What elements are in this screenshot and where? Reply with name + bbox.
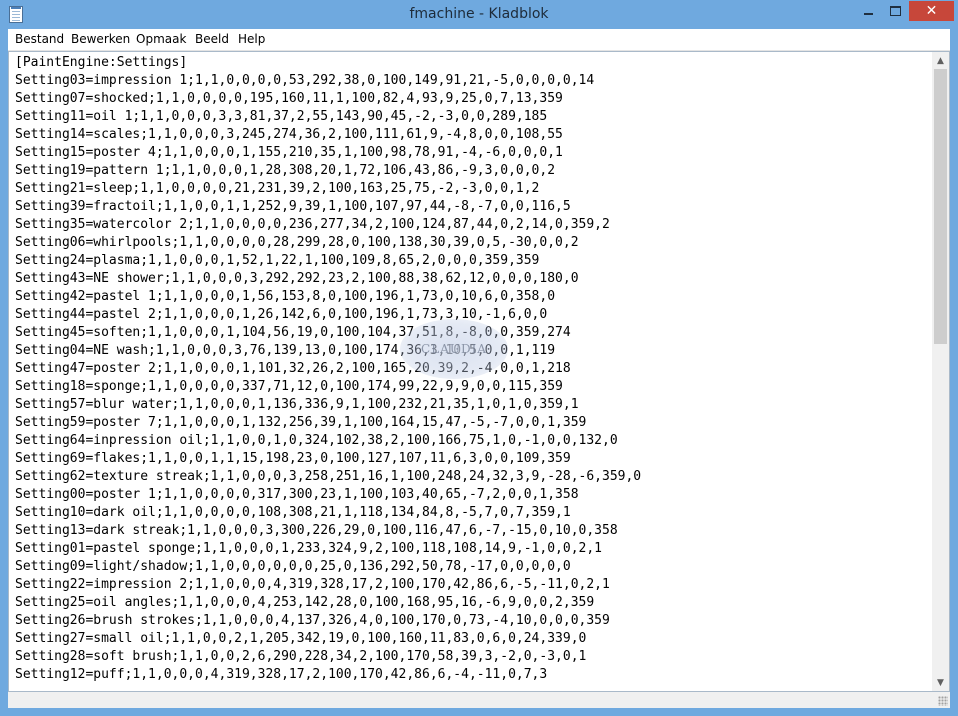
text-line: Setting28=soft brush;1,1,0,0,2,6,290,228… — [15, 649, 587, 664]
text-line: Setting27=small oil;1,1,0,0,2,1,205,342,… — [15, 631, 587, 646]
text-content[interactable]: [PaintEngine:Settings] Setting03=impressi… — [15, 54, 933, 690]
text-line: Setting43=NE shower;1,1,0,0,0,3,292,292,… — [15, 271, 579, 286]
text-line: Setting59=poster 7;1,1,0,0,0,1,132,256,3… — [15, 415, 587, 430]
text-line: Setting26=brush strokes;1,1,0,0,0,4,137,… — [15, 613, 610, 628]
maximize-icon — [890, 6, 901, 16]
text-line: Setting64=inpression oil;1,1,0,0,1,0,324… — [15, 433, 618, 448]
text-line: Setting45=soften;1,1,0,0,0,1,104,56,19,0… — [15, 325, 571, 340]
menu-help[interactable]: Help — [238, 32, 265, 46]
text-line: Setting10=dark oil;1,1,0,0,0,0,108,308,2… — [15, 505, 571, 520]
menu-bewerken[interactable]: Bewerken — [71, 32, 130, 46]
text-line: Setting09=light/shadow;1,1,0,0,0,0,0,0,2… — [15, 559, 571, 574]
text-line: Setting04=NE wash;1,1,0,0,0,3,76,139,13,… — [15, 343, 556, 358]
text-line: Setting44=pastel 2;1,1,0,0,0,1,26,142,6,… — [15, 307, 548, 322]
scroll-up-button[interactable]: ▲ — [932, 52, 949, 69]
text-line: Setting47=poster 2;1,1,0,0,0,1,101,32,26… — [15, 361, 571, 376]
resize-grip-icon[interactable] — [938, 696, 948, 706]
minimize-button[interactable] — [855, 1, 882, 21]
close-button[interactable]: ✕ — [909, 1, 954, 21]
text-line: Setting03=impression 1;1,1,0,0,0,0,53,29… — [15, 73, 595, 88]
text-line: Setting69=flakes;1,1,0,0,1,1,15,198,23,0… — [15, 451, 571, 466]
menu-opmaak[interactable]: Opmaak — [136, 32, 186, 46]
text-line: Setting21=sleep;1,1,0,0,0,0,21,231,39,2,… — [15, 181, 540, 196]
scrollbar-thumb[interactable] — [934, 69, 947, 344]
scroll-down-button[interactable]: ▼ — [932, 674, 949, 691]
text-line: Setting07=shocked;1,1,0,0,0,0,195,160,11… — [15, 91, 563, 106]
text-line: Setting14=scales;1,1,0,0,0,3,245,274,36,… — [15, 127, 563, 142]
text-line: Setting11=oil 1;1,1,0,0,0,3,3,81,37,2,55… — [15, 109, 548, 124]
text-editor[interactable]: [PaintEngine:Settings] Setting03=impressi… — [8, 51, 950, 692]
text-line: Setting22=impression 2;1,1,0,0,0,4,319,3… — [15, 577, 610, 592]
text-line: [PaintEngine:Settings] — [15, 55, 188, 70]
window-title: fmachine - Kladblok — [409, 6, 549, 22]
text-line: Setting57=blur water;1,1,0,0,0,1,136,336… — [15, 397, 579, 412]
maximize-button[interactable] — [882, 1, 909, 21]
status-bar — [8, 692, 950, 708]
text-line: Setting18=sponge;1,1,0,0,0,0,337,71,12,0… — [15, 379, 563, 394]
text-line: Setting42=pastel 1;1,1,0,0,0,1,56,153,8,… — [15, 289, 556, 304]
text-line: Setting06=whirlpools;1,1,0,0,0,0,28,299,… — [15, 235, 579, 250]
minimize-icon — [864, 13, 873, 15]
menu-bestand[interactable]: Bestand — [15, 32, 64, 46]
vertical-scrollbar[interactable]: ▲ ▼ — [932, 52, 949, 691]
text-line: Setting19=pattern 1;1,1,0,0,0,1,28,308,2… — [15, 163, 556, 178]
text-line: Setting12=puff;1,1,0,0,0,4,319,328,17,2,… — [15, 667, 548, 682]
text-line: Setting13=dark streak;1,1,0,0,0,3,300,22… — [15, 523, 618, 538]
close-icon: ✕ — [925, 3, 938, 19]
text-line: Setting25=oil angles;1,1,0,0,0,4,253,142… — [15, 595, 595, 610]
menu-bar: Bestand Bewerken Opmaak Beeld Help — [8, 29, 950, 51]
title-bar[interactable]: fmachine - Kladblok ✕ — [0, 0, 958, 29]
text-line: Setting24=plasma;1,1,0,0,0,1,52,1,22,1,1… — [15, 253, 540, 268]
text-line: Setting62=texture streak;1,1,0,0,0,3,258… — [15, 469, 642, 484]
text-line: Setting01=pastel sponge;1,1,0,0,0,1,233,… — [15, 541, 602, 556]
text-line: Setting39=fractoil;1,1,0,0,1,1,252,9,39,… — [15, 199, 571, 214]
text-line: Setting00=poster 1;1,1,0,0,0,0,317,300,2… — [15, 487, 579, 502]
menu-beeld[interactable]: Beeld — [195, 32, 229, 46]
notepad-window: fmachine - Kladblok ✕ Bestand Bewerken O… — [0, 0, 958, 716]
text-line: Setting35=watercolor 2;1,1,0,0,0,0,236,2… — [15, 217, 610, 232]
text-line: Setting15=poster 4;1,1,0,0,0,1,155,210,3… — [15, 145, 563, 160]
